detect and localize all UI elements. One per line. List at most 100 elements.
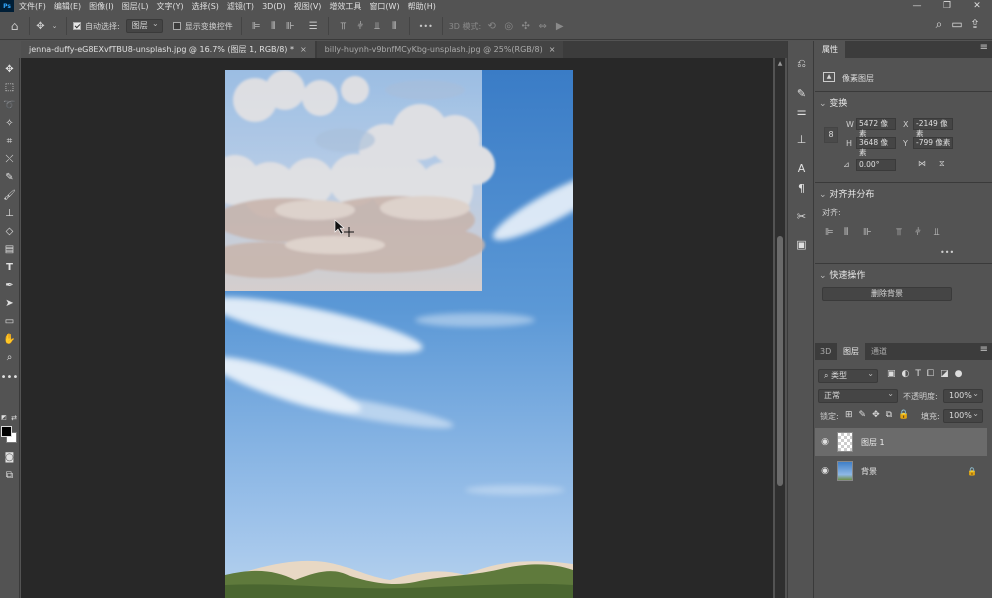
roll-3d-icon[interactable]: ◎ <box>502 20 515 33</box>
slide-3d-icon[interactable]: ⇔ <box>536 20 549 33</box>
rectangle-tool-icon[interactable]: ▭ <box>2 314 17 329</box>
height-input[interactable]: 3648 像素 <box>856 137 896 157</box>
blend-mode-dropdown[interactable]: 正常 <box>818 388 898 403</box>
swap-colors-icon[interactable]: ⇄ <box>10 410 18 425</box>
align-left-edges-icon[interactable]: ⊫ <box>250 20 263 33</box>
tab-layers[interactable]: 图层 <box>837 343 865 360</box>
workspace-icon[interactable]: ▭ <box>948 17 966 32</box>
adjustments-icon[interactable]: ⚌ <box>794 104 809 119</box>
filter-shape-icon[interactable]: ⧠ <box>927 369 934 379</box>
show-transform-checkbox[interactable]: 显示变换控件 <box>172 16 233 36</box>
quick-mask-icon[interactable]: ◙ <box>2 450 17 465</box>
type-tool-icon[interactable]: T <box>2 260 17 275</box>
checkbox-unchecked-icon[interactable] <box>172 22 181 30</box>
healing-brush-tool-icon[interactable]: ✎ <box>2 170 17 185</box>
minimize-button[interactable]: — <box>902 0 932 12</box>
brush-settings-icon[interactable]: ✎ <box>794 86 809 101</box>
search-icon[interactable]: ⌕ <box>930 17 948 32</box>
libraries-icon[interactable]: ▣ <box>794 237 809 252</box>
paragraph-icon[interactable]: ¶ <box>794 181 809 196</box>
vertical-scrollbar[interactable]: ▲ <box>775 58 785 598</box>
transform-section-title[interactable]: 变换 <box>819 96 847 109</box>
close-tab-icon[interactable]: × <box>300 45 307 54</box>
y-input[interactable]: -799 像素 <box>913 137 953 149</box>
layer-filter-dropdown[interactable]: ⌕ 类型 <box>818 368 878 383</box>
fill-input[interactable]: 100% <box>943 408 983 423</box>
gradient-tool-icon[interactable]: ▤ <box>2 242 17 257</box>
eye-icon[interactable]: ◉ <box>815 466 835 476</box>
auto-select-target-dropdown[interactable]: 图层 <box>125 18 163 33</box>
width-input[interactable]: 5472 像素 <box>856 118 896 138</box>
tab-3d[interactable]: 3D <box>815 343 836 360</box>
restore-button[interactable]: ❐ <box>932 0 962 12</box>
layers-panel-menu-icon[interactable]: ≡ <box>980 344 988 355</box>
lock-transparent-icon[interactable]: ⊞ <box>845 410 853 420</box>
close-window-button[interactable]: ✕ <box>962 0 992 12</box>
angle-input[interactable]: 0.00° <box>856 159 896 171</box>
menu-layer[interactable]: 图层(L) <box>122 1 149 12</box>
filter-pixel-icon[interactable]: ▣ <box>887 369 896 379</box>
x-input[interactable]: -2149 像素 <box>913 118 953 138</box>
magic-wand-tool-icon[interactable]: ✧ <box>2 116 17 131</box>
tab-document-inactive[interactable]: billy-huynh-v9bnfMCyKbg-unsplash.jpg @ 2… <box>316 41 564 58</box>
menu-help[interactable]: 帮助(H) <box>408 1 436 12</box>
pan-3d-icon[interactable]: ✣ <box>519 20 532 33</box>
zoom-tool-icon[interactable]: ⌕ <box>2 350 17 365</box>
align-top-edges-icon[interactable]: ⫪ <box>896 227 902 238</box>
align-vertical-centers-icon[interactable]: ⫩ <box>354 20 367 33</box>
lasso-tool-icon[interactable]: ➰ <box>2 98 17 113</box>
filter-smart-object-icon[interactable]: ◪ <box>940 369 949 379</box>
move-tool-icon[interactable]: ✥ <box>2 62 17 77</box>
align-top-edges-icon[interactable]: ⫪ <box>337 20 350 33</box>
align-section-title[interactable]: 对齐并分布 <box>819 187 874 200</box>
menu-filter[interactable]: 滤镜(T) <box>227 1 254 12</box>
lock-image-icon[interactable]: ✎ <box>859 410 867 420</box>
menu-file[interactable]: 文件(F) <box>19 1 46 12</box>
layer-row[interactable]: ◉ 图层 1 <box>815 428 987 456</box>
more-options-icon[interactable]: ••• <box>418 20 434 33</box>
tab-document-active[interactable]: jenna-duffy-eG8EXvfTBU8-unsplash.jpg @ 1… <box>21 41 315 58</box>
panel-menu-icon[interactable]: ≡ <box>980 42 988 53</box>
align-bottom-edges-icon[interactable]: ⫫ <box>934 227 940 238</box>
close-tab-icon[interactable]: × <box>549 45 556 54</box>
auto-select-checkbox[interactable]: 自动选择: <box>73 16 120 36</box>
lock-artboard-icon[interactable]: ⧉ <box>886 410 892 420</box>
menu-select[interactable]: 选择(S) <box>192 1 219 12</box>
default-colors-icon[interactable]: ◩ <box>0 410 8 425</box>
align-horizontal-centers-icon[interactable]: ⫴ <box>267 20 280 33</box>
flip-horizontal-icon[interactable]: ⋈ <box>918 159 926 168</box>
menu-image[interactable]: 图像(I) <box>89 1 114 12</box>
lock-position-icon[interactable]: ✥ <box>872 410 880 420</box>
lock-icon[interactable]: 🔒 <box>967 467 977 476</box>
path-selection-tool-icon[interactable]: ➤ <box>2 296 17 311</box>
brush-tool-icon[interactable]: 🖌 <box>2 188 17 203</box>
menu-window[interactable]: 窗口(W) <box>369 1 399 12</box>
hand-tool-icon[interactable]: ✋ <box>2 332 17 347</box>
align-more-icon[interactable]: ••• <box>940 248 954 257</box>
scroll-up-arrow-icon[interactable]: ▲ <box>776 60 784 67</box>
remove-background-button[interactable]: 删除背景 <box>822 287 952 301</box>
filter-toggle-icon[interactable]: ● <box>955 369 963 379</box>
layer-name[interactable]: 图层 1 <box>861 437 885 448</box>
tab-properties[interactable]: 属性 <box>815 41 845 58</box>
pen-tool-icon[interactable]: ✒ <box>2 278 17 293</box>
menu-view[interactable]: 视图(V) <box>294 1 322 12</box>
move-tool-preset-icon[interactable]: ✥ <box>34 20 47 33</box>
crop-tool-icon[interactable]: ⌗ <box>2 134 17 149</box>
document-canvas[interactable] <box>225 70 573 598</box>
history-icon[interactable]: ⎌ <box>794 56 809 71</box>
menu-edit[interactable]: 编辑(E) <box>54 1 81 12</box>
align-horizontal-centers-icon[interactable]: ⫴ <box>844 227 848 238</box>
character-icon[interactable]: A <box>794 161 809 176</box>
orbit-3d-icon[interactable]: ⟲ <box>485 20 498 33</box>
foreground-color-swatch[interactable] <box>1 426 12 437</box>
filter-type-icon[interactable]: T <box>915 369 921 379</box>
align-right-edges-icon[interactable]: ⊪ <box>863 227 872 238</box>
eyedropper-tool-icon[interactable]: ⤬ <box>2 152 17 167</box>
menu-plugins[interactable]: 增效工具 <box>329 1 361 12</box>
share-icon[interactable]: ⇪ <box>966 17 984 32</box>
canvas-area[interactable] <box>21 58 773 598</box>
layer-row[interactable]: ◉ 背景 🔒 <box>815 457 987 485</box>
align-vertical-centers-icon[interactable]: ⫩ <box>915 227 921 238</box>
chevron-down-icon[interactable]: ⌄ <box>51 20 58 33</box>
